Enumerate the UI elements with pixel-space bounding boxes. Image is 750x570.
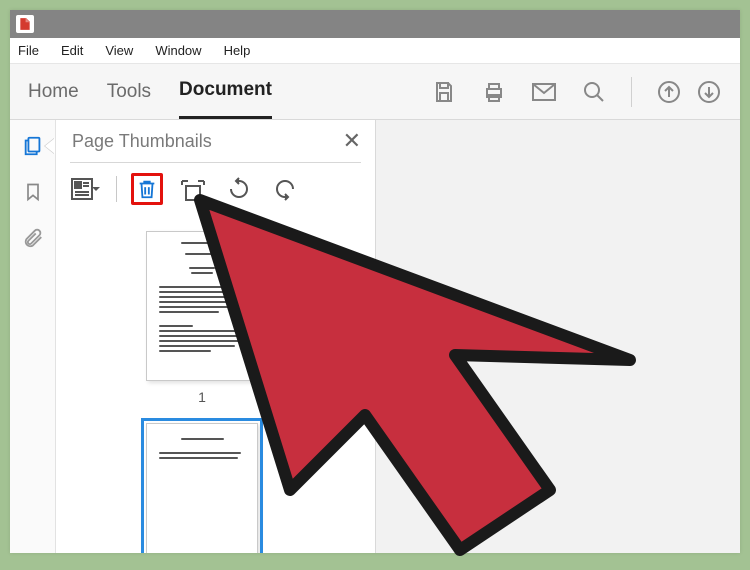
thumbnails-panel: Page Thumbnails ✕ [56, 120, 376, 553]
page-preview [146, 231, 258, 381]
download-icon[interactable] [696, 79, 722, 105]
rail-bookmarks[interactable] [21, 180, 45, 204]
menubar: File Edit View Window Help [10, 38, 740, 64]
insert-page-icon [180, 177, 206, 201]
rotate-ccw-icon [227, 177, 251, 201]
toolbar-icon-group [431, 77, 722, 107]
tab-home[interactable]: Home [28, 64, 79, 119]
titlebar [10, 10, 740, 38]
document-view[interactable] [376, 120, 740, 553]
rail-attachments[interactable] [21, 226, 45, 250]
bookmark-icon [23, 181, 43, 203]
upload-icon[interactable] [656, 79, 682, 105]
print-icon[interactable] [481, 79, 507, 105]
save-icon[interactable] [431, 79, 457, 105]
main-toolbar: Home Tools Document [10, 64, 740, 120]
pdf-icon [18, 17, 32, 31]
tab-document[interactable]: Document [179, 64, 272, 119]
page-thumbnail-2[interactable] [146, 423, 258, 553]
panel-toolbar-divider [116, 176, 117, 202]
menu-file[interactable]: File [18, 43, 39, 58]
menu-edit[interactable]: Edit [61, 43, 83, 58]
panel-close-button[interactable]: ✕ [343, 130, 361, 152]
panel-divider [70, 162, 361, 163]
options-icon [71, 178, 101, 200]
thumbnail-list: 1 [56, 215, 375, 553]
rail-page-thumbnails[interactable] [21, 134, 45, 158]
delete-page-button[interactable] [131, 173, 163, 205]
tab-tools[interactable]: Tools [107, 64, 151, 119]
search-icon[interactable] [581, 79, 607, 105]
menu-view[interactable]: View [105, 43, 133, 58]
menu-window[interactable]: Window [155, 43, 201, 58]
menu-help[interactable]: Help [224, 43, 251, 58]
rotate-ccw-button[interactable] [223, 173, 255, 205]
mail-icon[interactable] [531, 79, 557, 105]
rotate-cw-button[interactable] [269, 173, 301, 205]
insert-page-button[interactable] [177, 173, 209, 205]
trash-icon [136, 177, 158, 201]
page-number-label: 1 [146, 389, 258, 405]
pages-icon [22, 135, 44, 157]
toolbar-divider [631, 77, 632, 107]
nav-rail [10, 120, 56, 553]
page-preview [146, 423, 258, 553]
app-icon [16, 15, 34, 33]
panel-header: Page Thumbnails ✕ [56, 120, 375, 158]
app-window: File Edit View Window Help Home Tools Do… [10, 10, 740, 553]
rotate-cw-icon [273, 177, 297, 201]
page-thumbnail-1[interactable]: 1 [146, 231, 258, 405]
panel-options-button[interactable] [70, 173, 102, 205]
content-area: Page Thumbnails ✕ [10, 120, 740, 553]
panel-title: Page Thumbnails [72, 131, 212, 152]
paperclip-icon [22, 227, 44, 249]
panel-toolbar [56, 171, 375, 215]
